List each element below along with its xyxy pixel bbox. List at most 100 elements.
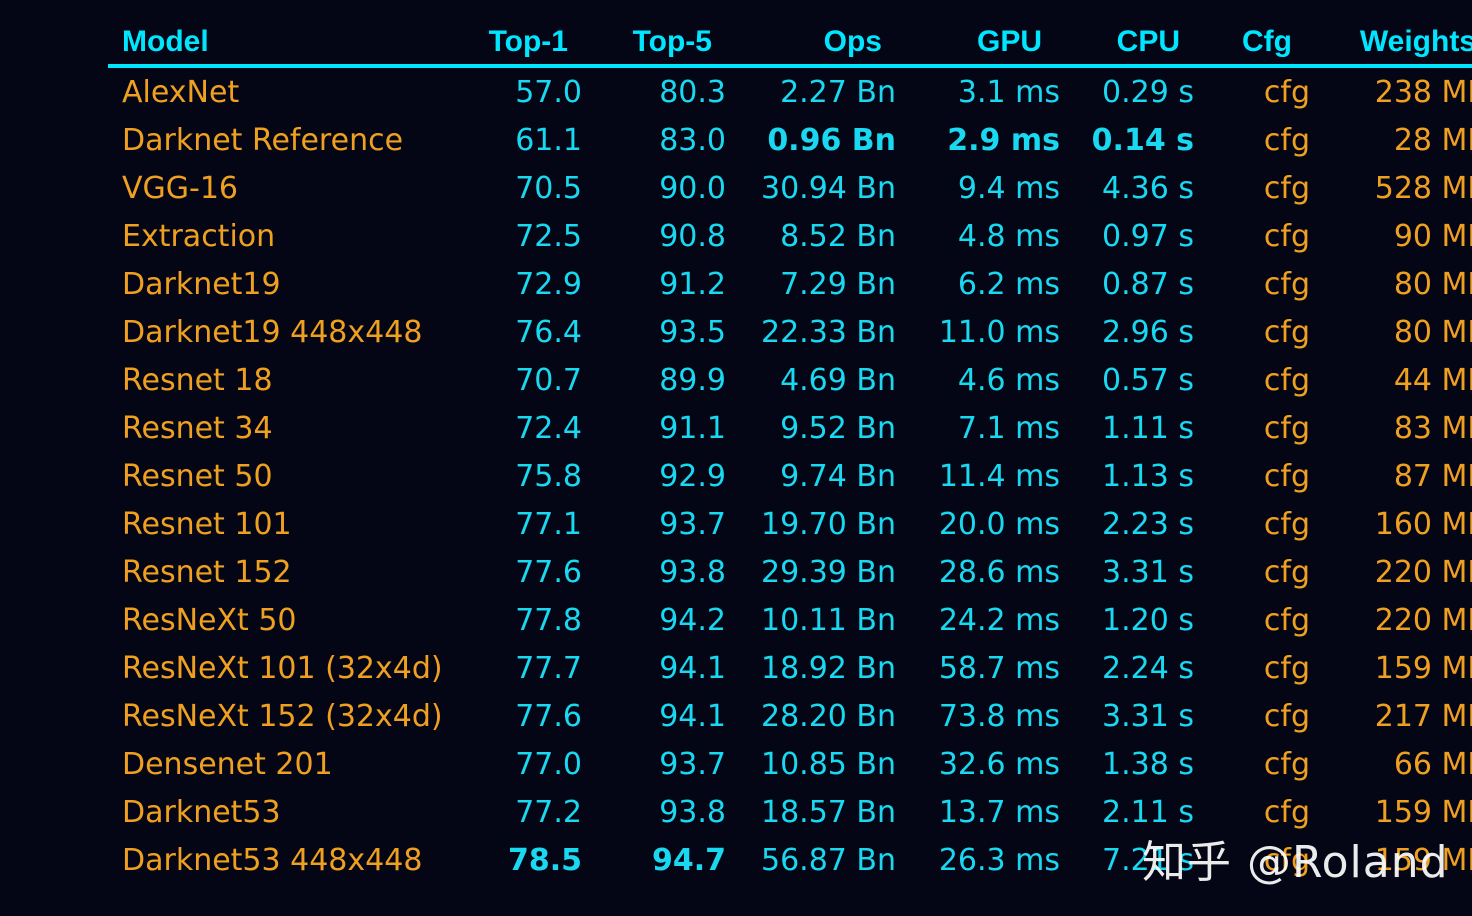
cfg-link[interactable]: cfg: [1194, 596, 1310, 644]
cell-top1: 77.7: [515, 650, 582, 686]
cell-cpu: 2.96 s: [1102, 314, 1194, 350]
cell-ops: 10.85 Bn: [760, 746, 896, 782]
cell-ops: 2.27 Bn: [780, 74, 896, 110]
table-row: ResNeXt 50 77.8 94.2 10.11 Bn 24.2 ms 1.20 sc…: [108, 596, 1472, 644]
cell-model: Resnet 50: [122, 458, 273, 494]
cfg-link[interactable]: cfg: [1194, 548, 1310, 596]
cell-model: Densenet 201: [122, 746, 333, 782]
weights-link[interactable]: 217 MB: [1310, 692, 1472, 740]
cell-top1: 70.5: [515, 170, 582, 206]
cell-top5: 89.9: [659, 362, 726, 398]
table-row: Resnet 50 75.8 92.9 9.74 Bn 11.4 ms 1.13 s cfg…: [108, 452, 1472, 500]
cell-cpu: 0.97 s: [1102, 218, 1194, 254]
cell-cpu: 1.20 s: [1102, 602, 1194, 638]
table-row: Resnet 152 77.6 93.8 29.39 Bn 28.6 ms 3.31 sc…: [108, 548, 1472, 596]
weights-link[interactable]: 220 MB: [1310, 596, 1472, 644]
cell-model: Resnet 101: [122, 506, 292, 542]
cfg-link[interactable]: cfg: [1194, 164, 1310, 212]
cell-cpu: 3.31 s: [1102, 698, 1194, 734]
cfg-link[interactable]: cfg: [1194, 260, 1310, 308]
cell-gpu: 2.9 ms: [947, 122, 1060, 158]
cell-ops: 29.39 Bn: [760, 554, 896, 590]
cfg-link[interactable]: cfg: [1194, 692, 1310, 740]
cell-gpu: 11.0 ms: [938, 314, 1060, 350]
cell-ops: 8.52 Bn: [780, 218, 896, 254]
header-model: Model: [108, 20, 452, 68]
weights-link[interactable]: 220 MB: [1310, 548, 1472, 596]
cell-cpu: 1.13 s: [1102, 458, 1194, 494]
cell-top1: 75.8: [515, 458, 582, 494]
weights-link[interactable]: 80 MB: [1310, 260, 1472, 308]
cell-ops: 30.94 Bn: [760, 170, 896, 206]
table-row: Resnet 18 70.7 89.9 4.69 Bn 4.6 ms 0.57 s cfg 4…: [108, 356, 1472, 404]
header-top1: Top-1: [452, 20, 582, 68]
cell-cpu: 2.24 s: [1102, 650, 1194, 686]
cell-top5: 83.0: [659, 122, 726, 158]
cfg-link[interactable]: cfg: [1194, 452, 1310, 500]
cfg-link[interactable]: cfg: [1194, 212, 1310, 260]
cfg-link[interactable]: cfg: [1194, 116, 1310, 164]
cell-gpu: 24.2 ms: [938, 602, 1060, 638]
weights-link[interactable]: 66 MB: [1310, 740, 1472, 788]
cell-cpu: 1.38 s: [1102, 746, 1194, 782]
cell-model: Darknet Reference: [122, 122, 404, 158]
cell-cpu: 0.87 s: [1102, 266, 1194, 302]
weights-link[interactable]: 160 MB: [1310, 500, 1472, 548]
cell-gpu: 28.6 ms: [938, 554, 1060, 590]
weights-link[interactable]: 528 MB: [1310, 164, 1472, 212]
cell-model: Resnet 152: [122, 554, 292, 590]
cell-cpu: 1.11 s: [1102, 410, 1194, 446]
table-row: AlexNet 57.0 80.3 2.27 Bn 3.1 ms 0.29 s cfg 238…: [108, 66, 1472, 116]
cell-top5: 93.7: [659, 506, 726, 542]
header-cpu: CPU: [1060, 20, 1194, 68]
cell-top5: 93.8: [659, 794, 726, 830]
table-row: Resnet 101 77.1 93.7 19.70 Bn 20.0 ms 2.23 sc…: [108, 500, 1472, 548]
weights-link[interactable]: 44 MB: [1310, 356, 1472, 404]
cell-ops: 7.29 Bn: [780, 266, 896, 302]
table-row: Extraction 72.5 90.8 8.52 Bn 4.8 ms 0.97 s cfg…: [108, 212, 1472, 260]
weights-link[interactable]: 28 MB: [1310, 116, 1472, 164]
cell-top1: 77.1: [515, 506, 582, 542]
table-row: Darknet19 448x448 76.4 93.5 22.33 Bn 11.0 ms…: [108, 308, 1472, 356]
cell-top1: 77.8: [515, 602, 582, 638]
cfg-link[interactable]: cfg: [1194, 308, 1310, 356]
weights-link[interactable]: 83 MB: [1310, 404, 1472, 452]
weights-link[interactable]: 80 MB: [1310, 308, 1472, 356]
cell-gpu: 58.7 ms: [938, 650, 1060, 686]
cell-model: AlexNet: [122, 74, 240, 110]
cell-top5: 94.1: [659, 698, 726, 734]
cell-top1: 77.0: [515, 746, 582, 782]
cfg-link[interactable]: cfg: [1194, 740, 1310, 788]
table-row: Darknet Reference 61.1 83.0 0.96 Bn 2.9 ms 0.…: [108, 116, 1472, 164]
cfg-link[interactable]: cfg: [1194, 644, 1310, 692]
cell-gpu: 9.4 ms: [957, 170, 1060, 206]
cell-cpu: 0.57 s: [1102, 362, 1194, 398]
cfg-link[interactable]: cfg: [1194, 500, 1310, 548]
table-row: Resnet 34 72.4 91.1 9.52 Bn 7.1 ms 1.11 s cfg 8…: [108, 404, 1472, 452]
cell-model: VGG-16: [122, 170, 239, 206]
cell-top1: 77.2: [515, 794, 582, 830]
cfg-link[interactable]: cfg: [1194, 66, 1310, 116]
cell-model: Darknet19: [122, 266, 281, 302]
cfg-link[interactable]: cfg: [1194, 404, 1310, 452]
weights-link[interactable]: 159 MB: [1310, 644, 1472, 692]
table-row: ResNeXt 101 (32x4d) 77.7 94.1 18.92 Bn 58.7 …: [108, 644, 1472, 692]
cell-top5: 93.7: [659, 746, 726, 782]
cell-top1: 72.5: [515, 218, 582, 254]
cell-ops: 19.70 Bn: [760, 506, 896, 542]
cell-model: ResNeXt 152 (32x4d): [122, 698, 443, 734]
cell-ops: 18.57 Bn: [760, 794, 896, 830]
weights-link[interactable]: 90 MB: [1310, 212, 1472, 260]
cfg-link[interactable]: cfg: [1194, 356, 1310, 404]
cell-top5: 90.0: [659, 170, 726, 206]
cell-top5: 94.2: [659, 602, 726, 638]
cell-model: Resnet 34: [122, 410, 273, 446]
cell-model: Resnet 18: [122, 362, 273, 398]
cell-gpu: 7.1 ms: [957, 410, 1060, 446]
header-gpu: GPU: [896, 20, 1060, 68]
weights-link[interactable]: 238 MB: [1310, 66, 1472, 116]
table-row: VGG-16 70.5 90.0 30.94 Bn 9.4 ms 4.36 s cfg 528…: [108, 164, 1472, 212]
weights-link[interactable]: 87 MB: [1310, 452, 1472, 500]
cell-model: Darknet53: [122, 794, 281, 830]
cell-ops: 0.96 Bn: [767, 122, 896, 158]
